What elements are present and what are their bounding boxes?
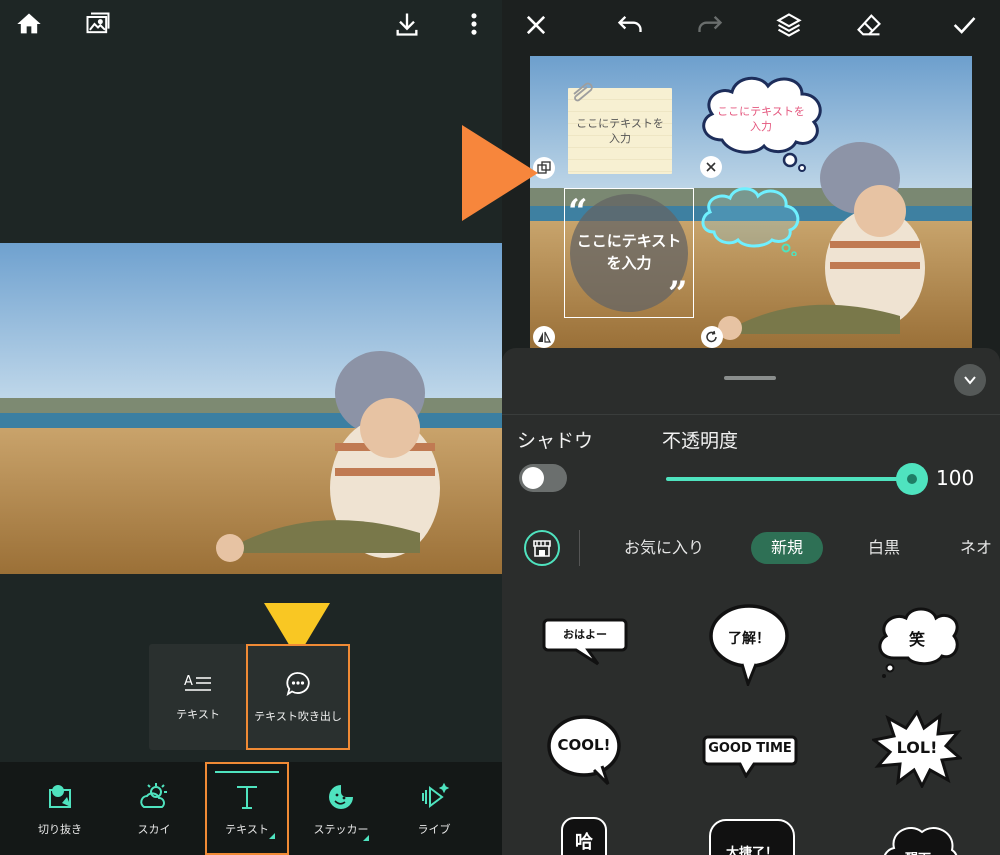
text-balloon-option-label: テキスト吹き出し bbox=[254, 710, 342, 723]
tool-cutout-label: 切り抜き bbox=[38, 822, 82, 836]
sticker-ryokai[interactable]: 了解！ bbox=[708, 602, 790, 686]
shadow-toggle[interactable] bbox=[519, 464, 567, 492]
delete-handle-icon[interactable] bbox=[700, 156, 722, 178]
tool-sticker[interactable]: ステッカー bbox=[301, 762, 381, 855]
sheet-drag-handle[interactable] bbox=[724, 376, 776, 380]
sheet-divider bbox=[502, 414, 1000, 415]
tool-sticker-label: ステッカー bbox=[313, 822, 369, 836]
sticker-ryokai-text: 了解！ bbox=[728, 631, 770, 647]
left-editor-pane: A テキスト テキスト吹き出し 切り抜き スカイ テキスト ステッカー ライブ bbox=[0, 0, 502, 855]
left-top-bar bbox=[0, 0, 502, 50]
text-t-icon bbox=[237, 785, 257, 809]
store-icon bbox=[533, 540, 551, 557]
sticker-good-time[interactable]: GOOD TIME bbox=[702, 734, 798, 778]
eraser-icon[interactable] bbox=[849, 5, 889, 45]
home-icon[interactable] bbox=[9, 4, 49, 44]
redo-icon[interactable] bbox=[690, 5, 730, 45]
open-quote-mark: “ bbox=[568, 192, 588, 232]
sticker-good-time-text: GOOD TIME bbox=[708, 741, 792, 756]
category-new[interactable]: 新規 bbox=[751, 532, 824, 564]
paperclip-icon bbox=[573, 82, 593, 102]
tool-text[interactable]: テキスト bbox=[205, 762, 289, 855]
opacity-value: 100 bbox=[936, 466, 975, 490]
sticker-lol-text: LOL! bbox=[896, 738, 938, 757]
live-play-icon bbox=[422, 782, 450, 808]
layers-icon[interactable] bbox=[769, 5, 809, 45]
text-format-icon: A bbox=[184, 674, 211, 691]
sticky-note-label: ここにテキストを入力 bbox=[576, 116, 664, 145]
text-balloon-option[interactable]: テキスト吹き出し bbox=[246, 644, 350, 750]
sticker-seige-text: 醒下 bbox=[876, 848, 960, 855]
category-favorites[interactable]: お気に入り bbox=[624, 532, 704, 564]
neon-cloud-sticker[interactable] bbox=[698, 180, 806, 256]
sticker-lol[interactable]: LOL! bbox=[872, 710, 962, 788]
submenu-indicator-icon bbox=[269, 833, 275, 839]
tool-live-label: ライブ bbox=[417, 822, 451, 836]
text-option[interactable]: A テキスト bbox=[149, 644, 247, 750]
sky-icon bbox=[140, 782, 167, 808]
right-editor-pane: ここにテキストを入力 ここにテキストを入力 ここにテキストを入力 “ ” シャド… bbox=[502, 0, 1000, 855]
right-top-bar bbox=[502, 0, 1000, 50]
bottom-tool-bar: 切り抜き スカイ テキスト ステッカー ライブ bbox=[0, 762, 502, 855]
cloud-balloon-text: ここにテキストを入力 bbox=[717, 105, 805, 134]
shadow-label: シャドウ bbox=[517, 430, 594, 452]
checkmark-icon[interactable] bbox=[944, 5, 984, 45]
speech-bubble-icon bbox=[286, 672, 310, 696]
pointer-arrow-right bbox=[462, 125, 538, 221]
sticker-ohayo[interactable]: おはよー bbox=[542, 616, 628, 668]
chevron-down-icon bbox=[964, 376, 976, 385]
undo-icon[interactable] bbox=[610, 5, 650, 45]
category-divider bbox=[579, 530, 580, 566]
text-option-label: テキスト bbox=[176, 708, 220, 721]
close-quote-mark: ” bbox=[668, 274, 688, 314]
sticker-icon bbox=[329, 784, 353, 809]
tool-cutout[interactable]: 切り抜き bbox=[20, 762, 100, 855]
tool-text-label: テキスト bbox=[225, 822, 269, 836]
submenu-indicator-icon bbox=[363, 835, 369, 841]
opacity-label: 不透明度 bbox=[662, 430, 739, 452]
sticker-cool[interactable]: COOL! bbox=[546, 714, 622, 786]
tool-live[interactable]: ライブ bbox=[394, 762, 474, 855]
sticker-daisho[interactable]: 大捷了！ bbox=[708, 818, 796, 855]
svg-text:A: A bbox=[184, 674, 193, 689]
opacity-slider-track[interactable] bbox=[666, 477, 912, 481]
tool-sky-label: スカイ bbox=[137, 822, 171, 836]
more-vert-icon[interactable] bbox=[454, 4, 494, 44]
gallery-icon[interactable] bbox=[78, 4, 118, 44]
category-neon[interactable]: ネオ bbox=[960, 532, 992, 564]
sticker-ha-text: 哈 bbox=[575, 832, 593, 853]
flip-handle-icon[interactable] bbox=[533, 326, 555, 348]
tool-sky[interactable]: スカイ bbox=[114, 762, 194, 855]
category-tabs: お気に入り 新規 白黒 ネオ bbox=[502, 526, 1000, 570]
category-monochrome[interactable]: 白黒 bbox=[868, 532, 900, 564]
store-button[interactable] bbox=[524, 530, 560, 566]
sticker-ohayo-text: おはよー bbox=[563, 628, 607, 641]
close-icon[interactable] bbox=[516, 5, 556, 45]
download-icon[interactable] bbox=[387, 4, 427, 44]
sticker-ha[interactable]: 哈 bbox=[560, 816, 608, 855]
opacity-slider-thumb[interactable] bbox=[896, 463, 928, 495]
photo-beach-baby[interactable] bbox=[0, 243, 502, 574]
edit-canvas[interactable]: ここにテキストを入力 ここにテキストを入力 ここにテキストを入力 “ ” bbox=[530, 56, 972, 348]
sticker-bottom-sheet: シャドウ 不透明度 100 お気に入り 新規 白黒 ネオ おはよー 了解！ 笑 bbox=[502, 348, 1000, 855]
sticker-seige[interactable]: 醒下 bbox=[876, 820, 960, 855]
sticker-warai-text: 笑 bbox=[908, 630, 925, 649]
sticker-daisho-text: 大捷了！ bbox=[725, 846, 778, 855]
cutout-icon bbox=[49, 784, 71, 808]
sticker-warai[interactable]: 笑 bbox=[874, 606, 960, 680]
collapse-sheet-button[interactable] bbox=[954, 364, 986, 396]
sticker-cool-text: COOL! bbox=[557, 736, 611, 754]
text-type-menu: A テキスト テキスト吹き出し bbox=[149, 644, 350, 750]
rotate-handle-icon[interactable] bbox=[701, 326, 723, 348]
